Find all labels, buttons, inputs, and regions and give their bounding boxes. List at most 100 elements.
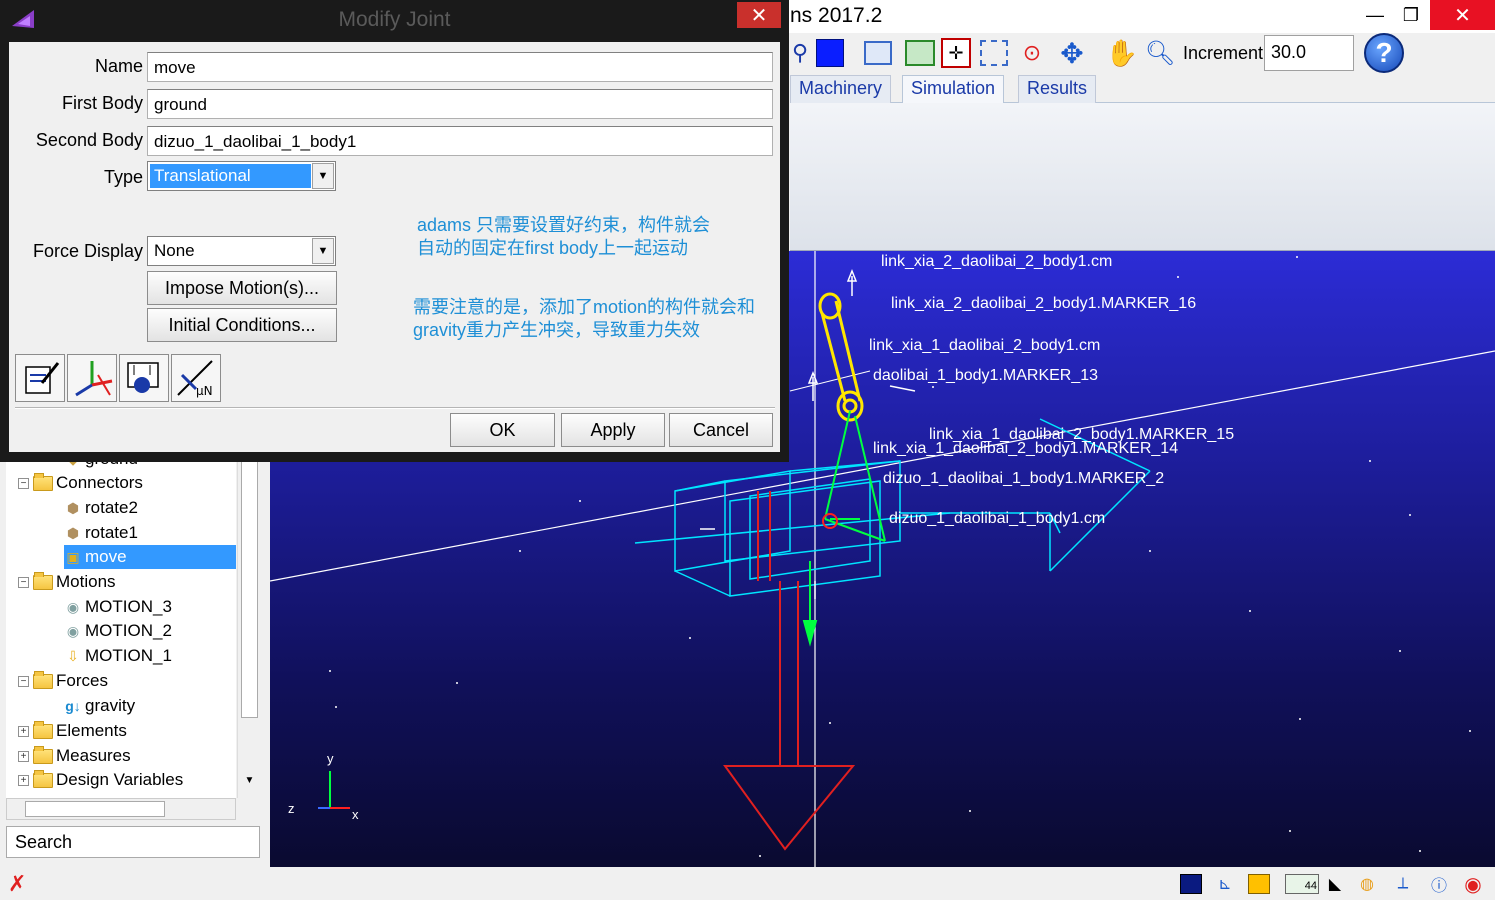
gravity-arrow: [723, 491, 856, 851]
tree-folder-measures[interactable]: + Measures: [18, 744, 131, 768]
edit-icon[interactable]: [15, 354, 65, 402]
annotation-note-2-line-1: 需要注意的是，添加了motion的构件就会和: [413, 297, 756, 317]
help-icon[interactable]: ?: [1364, 33, 1404, 73]
viewport-label: link_xia_1_daolibai_2_body1.cm: [869, 337, 1101, 354]
folder-icon: [33, 745, 53, 764]
tree-vertical-scrollbar[interactable]: ▼: [237, 453, 260, 798]
triad-icon[interactable]: [67, 354, 117, 402]
type-select[interactable]: Translational ▼: [147, 161, 336, 191]
folder-icon: [33, 670, 53, 689]
center-icon[interactable]: ⊙: [1016, 37, 1048, 69]
info-icon[interactable]: ⓘ: [1426, 872, 1452, 896]
increment-input[interactable]: 30.0: [1264, 35, 1354, 71]
motion-icon: ◉: [66, 622, 80, 639]
force-display-label: Force Display: [32, 241, 143, 261]
viewport-label: daolibai_1_body1.MARKER_13: [873, 367, 1099, 384]
modify-joint-dialog: Modify Joint ✕ Name move First Body grou…: [0, 0, 789, 462]
translate-view-icon[interactable]: ✛: [940, 37, 972, 69]
viewport-label: link_xia_2_daolibai_2_body1.cm: [881, 253, 1113, 270]
expand-icon[interactable]: +: [18, 750, 29, 762]
axis-triad: [318, 771, 350, 809]
tree-item-motion-2[interactable]: ◉ MOTION_2: [64, 619, 172, 643]
second-body-field[interactable]: dizuo_1_daolibai_1_body1: [147, 126, 773, 156]
status-bar: ✗ ⊾ 44 ◣ ◍ ⟂ ⓘ ◉: [0, 867, 1495, 900]
scroll-down-arrow-icon[interactable]: ▼: [241, 775, 258, 793]
model-browser: ◆ ground − Connectors ⬢ rotate2 ⬢ rotate…: [0, 453, 270, 867]
increment-label: Increment: [1183, 43, 1264, 63]
annotation-note-1-line-1: adams 只需要设置好约束，构件就会: [417, 215, 711, 235]
folder-icon: [33, 571, 53, 590]
motion-icon: ◉: [66, 598, 80, 615]
dialog-body: Name move First Body ground Second Body …: [9, 42, 780, 452]
initial-conditions-button[interactable]: Initial Conditions...: [147, 308, 337, 342]
tree-item-motion-1[interactable]: ⇩ MOTION_1: [64, 644, 172, 668]
tree-item-move[interactable]: ▣ move: [64, 545, 126, 569]
ok-button[interactable]: OK: [450, 413, 555, 447]
main-close-button[interactable]: ✕: [1430, 0, 1495, 30]
translational-motion-icon: ⇩: [67, 647, 79, 664]
cancel-button[interactable]: Cancel: [669, 413, 773, 447]
triad-x-label: x: [352, 807, 359, 822]
tree-item-gravity[interactable]: g↓ gravity: [64, 694, 135, 718]
render-color-icon[interactable]: [814, 37, 846, 69]
tab-simulation[interactable]: Simulation: [902, 75, 1005, 103]
coordinate-icon[interactable]: ⊾: [1212, 872, 1238, 896]
tree-item-motion-3[interactable]: ◉ MOTION_3: [64, 595, 172, 619]
tree-folder-motions[interactable]: − Motions: [18, 570, 116, 594]
triad-icon[interactable]: ⟂: [1390, 872, 1416, 896]
chevron-down-icon[interactable]: ▼: [312, 163, 334, 189]
joint-icon: ⬢: [66, 524, 80, 541]
tab-results[interactable]: Results: [1018, 75, 1097, 103]
main-window-title: ns 2017.2: [790, 4, 883, 27]
force-display-select[interactable]: None ▼: [147, 236, 336, 266]
svg-text:μN: μN: [196, 384, 213, 398]
scrollbar-thumb[interactable]: [241, 453, 258, 718]
dialog-separator: [15, 407, 775, 409]
expand-icon[interactable]: +: [18, 725, 29, 737]
expand-icon[interactable]: +: [18, 774, 29, 786]
dialog-close-button[interactable]: ✕: [737, 2, 781, 28]
counter-icon[interactable]: 44: [1282, 872, 1322, 896]
viewport-label: dizuo_1_daolibai_1_body1.cm: [889, 510, 1106, 527]
view-orientation-icon[interactable]: [862, 37, 894, 69]
model-tree: ◆ ground − Connectors ⬢ rotate2 ⬢ rotate…: [6, 453, 236, 798]
tree-folder-forces[interactable]: − Forces: [18, 669, 108, 693]
triad-y-label: y: [327, 751, 334, 766]
zoom-icon[interactable]: 🔍︎: [1144, 37, 1176, 69]
collapse-icon[interactable]: −: [18, 675, 29, 687]
fit-view-icon[interactable]: [904, 37, 936, 69]
apply-button[interactable]: Apply: [561, 413, 665, 447]
pan-hand-icon[interactable]: ✋: [1106, 37, 1138, 69]
tree-folder-design-variables[interactable]: + Design Variables: [18, 768, 183, 792]
tree-item-rotate1[interactable]: ⬢ rotate1: [64, 521, 138, 545]
tree-item-rotate2[interactable]: ⬢ rotate2: [64, 496, 138, 520]
tab-machinery[interactable]: Machinery: [790, 75, 892, 103]
screen-icon[interactable]: [1178, 872, 1204, 896]
viewport-label: link_xia_1_daolibai_2_body1.MARKER_14: [873, 440, 1179, 457]
second-body-label: Second Body: [35, 130, 143, 150]
render-mode-icon[interactable]: ◣: [1322, 872, 1348, 896]
maximize-button[interactable]: ❐: [1388, 0, 1434, 30]
scrollbar-thumb[interactable]: [25, 801, 165, 817]
first-body-field[interactable]: ground: [147, 89, 773, 119]
zoom-box-icon[interactable]: [978, 37, 1010, 69]
rotate-view-icon[interactable]: ✥: [1056, 37, 1088, 69]
chevron-down-icon[interactable]: ▼: [312, 238, 334, 264]
tree-horizontal-scrollbar[interactable]: [6, 798, 236, 820]
type-selected-value: Translational: [150, 164, 311, 188]
collapse-icon[interactable]: −: [18, 576, 29, 588]
name-field[interactable]: move: [147, 52, 773, 82]
friction-icon[interactable]: μN: [171, 354, 221, 402]
tree-folder-connectors[interactable]: − Connectors: [18, 471, 143, 495]
tree-folder-elements[interactable]: + Elements: [18, 719, 127, 743]
impose-motion-button[interactable]: Impose Motion(s)...: [147, 271, 337, 305]
collapse-icon[interactable]: −: [18, 477, 29, 489]
viewport-label: link_xia_2_daolibai_2_body1.MARKER_16: [891, 295, 1197, 312]
color-icon[interactable]: [1246, 872, 1272, 896]
globe-icon[interactable]: ◍: [1354, 872, 1380, 896]
translational-joint-icon: ▣: [66, 548, 80, 565]
tree-search-input[interactable]: Search: [6, 826, 260, 858]
triad-z-label: z: [288, 801, 295, 816]
measure-icon[interactable]: [119, 354, 169, 402]
stop-icon[interactable]: ◉: [1460, 872, 1486, 896]
